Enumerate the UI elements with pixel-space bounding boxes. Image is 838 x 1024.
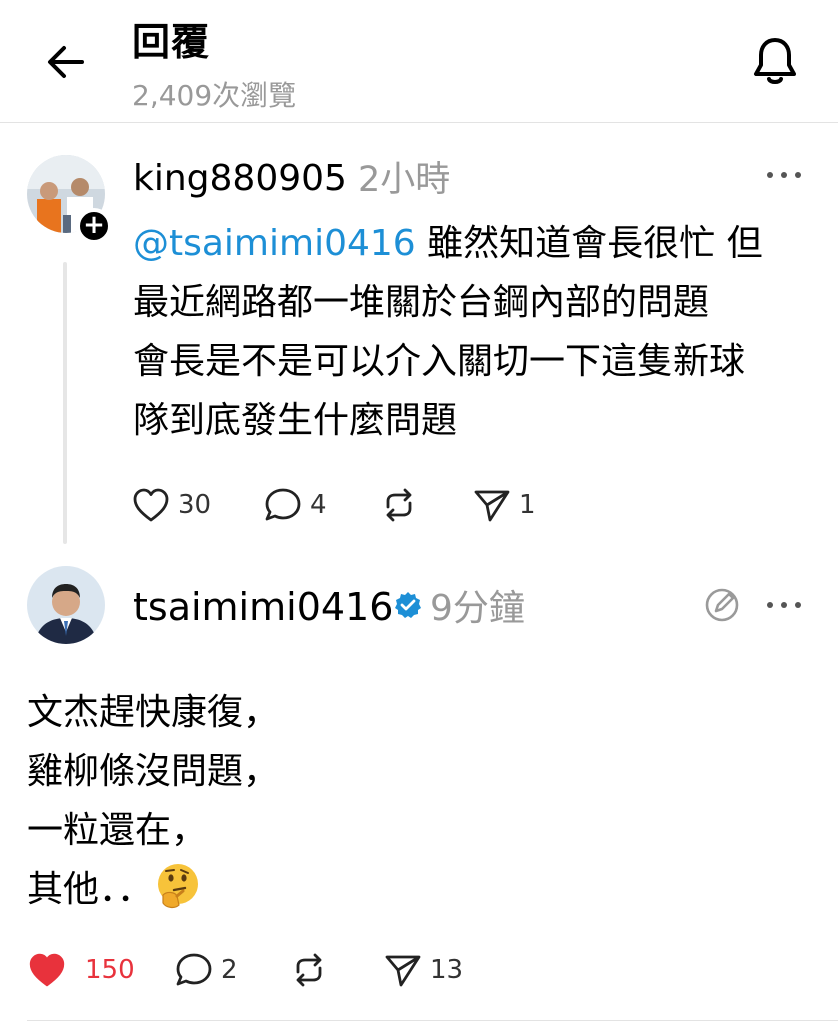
view-count: 2,409次瀏覽 [132,79,297,112]
username[interactable]: king880905 [133,154,347,204]
post-text: 文杰趕快康復， 雞柳條沒問題， 一粒還在， 其他．． [27,683,807,919]
mention-link[interactable]: @tsaimimi0416 [133,223,416,264]
like-count: 30 [178,490,212,520]
send-icon [385,955,421,987]
share-count: 1 [519,490,536,520]
comment-button[interactable]: 2 [175,952,238,988]
heart-icon [133,488,169,522]
post-text-line: 最近網路都一堆關於台鋼內部的問題 [133,282,710,323]
post-text-line: 其他．． [27,869,154,910]
like-button[interactable]: 150 [27,952,135,988]
repost-icon [386,488,412,522]
heart-filled-icon [29,953,65,987]
thinking-face-emoji [153,861,203,911]
post-time: 9分鐘 [430,588,525,629]
post-time: 2小時 [358,160,451,200]
post-text: @tsaimimi0416 雖然知道會長很忙 但 最近網路都一堆關於台鋼內部的問… [133,214,823,450]
post-text-line: 文杰趕快康復， [27,692,280,733]
send-icon [474,490,510,522]
post-text-line: 隊到底發生什麼問題 [133,400,458,441]
post-text-line: 雖然知道會長很忙 但 [415,223,763,264]
share-button[interactable]: 1 [473,487,536,523]
share-count: 13 [430,955,464,985]
thread-line [63,262,67,544]
more-options-icon[interactable] [764,590,804,620]
verified-badge-icon [394,591,422,619]
edit-icon[interactable] [702,585,742,625]
bell-icon[interactable] [748,34,802,88]
share-button[interactable]: 13 [384,952,463,988]
more-options-icon[interactable] [764,160,804,190]
like-count: 150 [85,955,135,985]
post-text-line: 會長是不是可以介入關切一下這隻新球 [133,341,746,382]
repost-icon [296,953,322,987]
comment-count: 4 [310,490,327,520]
post-text-line: 雞柳條沒問題， [27,751,280,792]
comment-count: 2 [221,955,238,985]
bottom-divider [27,1020,838,1021]
repost-button[interactable] [380,487,418,523]
post-text-line: 一粒還在， [27,810,208,851]
follow-plus-icon[interactable]: + [76,208,112,244]
page-title: 回覆 [132,20,211,64]
username[interactable]: tsaimimi0416 [133,582,393,632]
header-divider [0,122,838,123]
comment-icon [176,953,212,986]
repost-button[interactable] [290,952,328,988]
avatar[interactable] [27,566,105,644]
comment-button[interactable]: 4 [264,487,327,523]
like-button[interactable]: 30 [132,487,211,523]
comment-icon [265,488,301,521]
back-arrow-icon[interactable] [44,42,88,82]
